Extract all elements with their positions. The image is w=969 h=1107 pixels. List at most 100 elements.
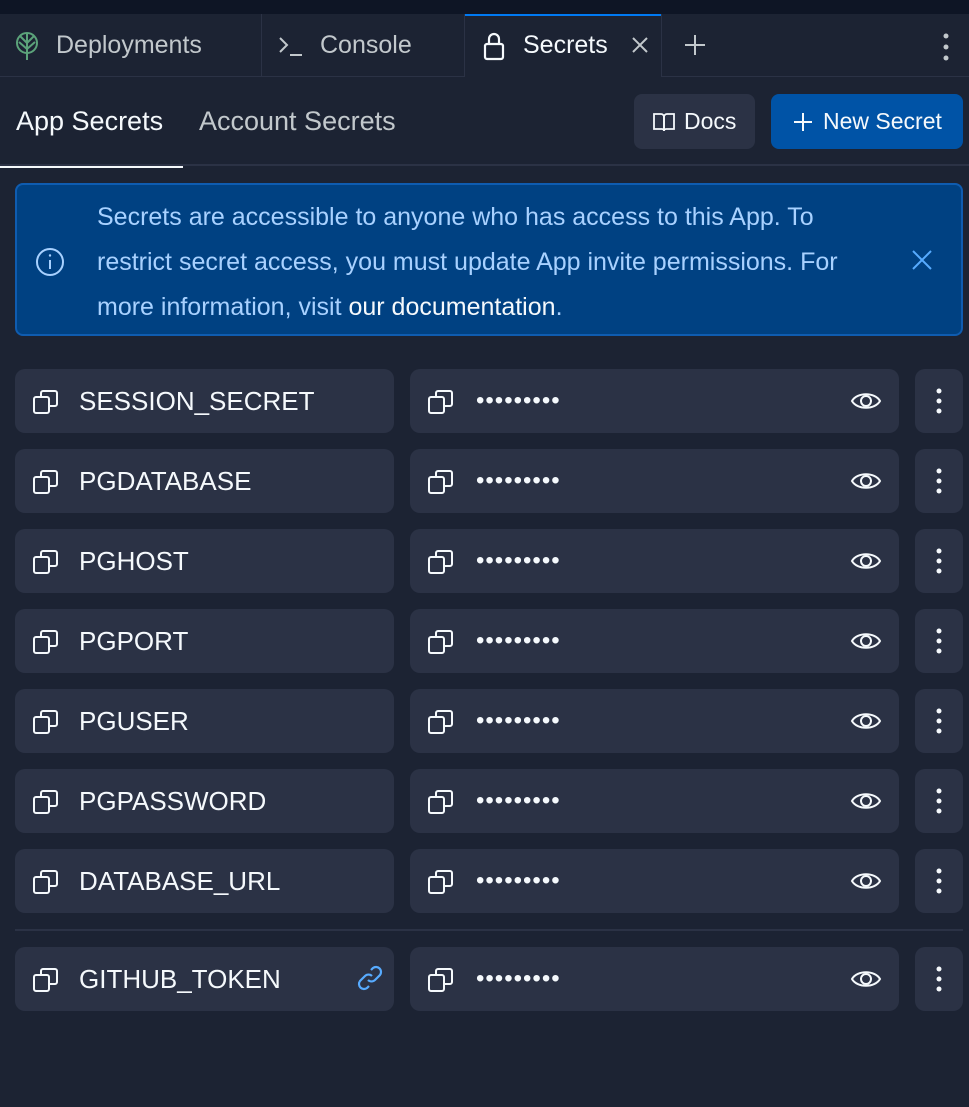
docs-button[interactable]: Docs bbox=[634, 94, 755, 149]
eye-icon[interactable] bbox=[850, 707, 882, 735]
secret-key-field[interactable]: PGHOST bbox=[15, 529, 394, 593]
copy-icon[interactable] bbox=[426, 387, 456, 417]
eye-icon[interactable] bbox=[850, 965, 882, 993]
secret-key-name: SESSION_SECRET bbox=[79, 386, 315, 416]
documentation-link[interactable]: our documentation bbox=[348, 293, 555, 321]
copy-icon[interactable] bbox=[31, 387, 61, 417]
secret-key-name: GITHUB_TOKEN bbox=[79, 964, 281, 994]
secret-key-name: PGPASSWORD bbox=[79, 786, 267, 816]
secret-menu-button[interactable] bbox=[915, 529, 963, 593]
copy-icon[interactable] bbox=[31, 547, 61, 577]
secret-row: PGPASSWORD ••••••••• bbox=[15, 769, 963, 833]
book-icon bbox=[652, 110, 676, 134]
copy-icon[interactable] bbox=[31, 787, 61, 817]
more-vertical-icon bbox=[935, 467, 943, 495]
secret-value-field[interactable]: ••••••••• bbox=[410, 849, 899, 913]
tab-account-secrets[interactable]: Account Secrets bbox=[199, 77, 396, 166]
close-tab-icon[interactable] bbox=[629, 34, 651, 56]
masked-value: ••••••••• bbox=[476, 387, 561, 414]
copy-icon[interactable] bbox=[426, 627, 456, 657]
copy-icon[interactable] bbox=[426, 965, 456, 995]
secret-menu-button[interactable] bbox=[915, 449, 963, 513]
secret-row: SESSION_SECRET ••••••••• bbox=[15, 369, 963, 433]
secret-value-field[interactable]: ••••••••• bbox=[410, 529, 899, 593]
eye-icon[interactable] bbox=[850, 627, 882, 655]
tab-label: Console bbox=[320, 31, 412, 59]
secret-value-field[interactable]: ••••••••• bbox=[410, 689, 899, 753]
copy-icon[interactable] bbox=[31, 467, 61, 497]
secret-value-field[interactable]: ••••••••• bbox=[410, 609, 899, 673]
secret-menu-button[interactable] bbox=[915, 849, 963, 913]
eye-icon[interactable] bbox=[850, 467, 882, 495]
close-banner-icon[interactable] bbox=[910, 248, 934, 272]
secret-row: GITHUB_TOKEN ••••••••• bbox=[15, 947, 963, 1011]
secret-menu-button[interactable] bbox=[915, 369, 963, 433]
tab-deployments[interactable]: Deployments bbox=[0, 14, 262, 77]
secret-key-field[interactable]: SESSION_SECRET bbox=[15, 369, 394, 433]
window-top-strip bbox=[0, 0, 969, 14]
secret-row: PGDATABASE ••••••••• bbox=[15, 449, 963, 513]
deployments-icon bbox=[14, 31, 40, 61]
new-secret-button-label: New Secret bbox=[823, 108, 942, 134]
secret-menu-button[interactable] bbox=[915, 769, 963, 833]
copy-icon[interactable] bbox=[426, 707, 456, 737]
secret-key-field[interactable]: GITHUB_TOKEN bbox=[15, 947, 394, 1011]
section-divider bbox=[15, 929, 963, 931]
secret-key-name: PGPORT bbox=[79, 626, 189, 656]
tab-app-secrets[interactable]: App Secrets bbox=[0, 77, 183, 168]
copy-icon[interactable] bbox=[426, 467, 456, 497]
more-vertical-icon bbox=[935, 387, 943, 415]
eye-icon[interactable] bbox=[850, 787, 882, 815]
copy-icon[interactable] bbox=[31, 867, 61, 897]
masked-value: ••••••••• bbox=[476, 965, 561, 992]
eye-icon[interactable] bbox=[850, 547, 882, 575]
copy-icon[interactable] bbox=[426, 787, 456, 817]
eye-icon[interactable] bbox=[850, 387, 882, 415]
secret-key-field[interactable]: PGUSER bbox=[15, 689, 394, 753]
secret-row: PGHOST ••••••••• bbox=[15, 529, 963, 593]
masked-value: ••••••••• bbox=[476, 787, 561, 814]
secrets-subheader: App Secrets Account Secrets Docs New Sec… bbox=[0, 77, 969, 168]
secret-menu-button[interactable] bbox=[915, 689, 963, 753]
copy-icon[interactable] bbox=[31, 627, 61, 657]
masked-value: ••••••••• bbox=[476, 547, 561, 574]
more-vertical-icon bbox=[935, 867, 943, 895]
tab-bar: Deployments Console Secrets bbox=[0, 14, 969, 77]
masked-value: ••••••••• bbox=[476, 467, 561, 494]
new-tab-icon[interactable] bbox=[682, 32, 708, 58]
secret-value-field[interactable]: ••••••••• bbox=[410, 369, 899, 433]
secret-value-field[interactable]: ••••••••• bbox=[410, 947, 899, 1011]
copy-icon[interactable] bbox=[31, 707, 61, 737]
more-vertical-icon bbox=[935, 627, 943, 655]
console-icon bbox=[278, 31, 304, 61]
tab-more-icon[interactable] bbox=[936, 30, 956, 64]
secret-key-field[interactable]: PGDATABASE bbox=[15, 449, 394, 513]
more-vertical-icon bbox=[935, 965, 943, 993]
secret-key-field[interactable]: PGPASSWORD bbox=[15, 769, 394, 833]
secret-value-field[interactable]: ••••••••• bbox=[410, 449, 899, 513]
copy-icon[interactable] bbox=[426, 547, 456, 577]
eye-icon[interactable] bbox=[850, 867, 882, 895]
copy-icon[interactable] bbox=[426, 867, 456, 897]
secret-menu-button[interactable] bbox=[915, 609, 963, 673]
secret-key-name: PGDATABASE bbox=[79, 466, 252, 496]
secret-row: PGPORT ••••••••• bbox=[15, 609, 963, 673]
plus-icon bbox=[791, 110, 815, 134]
more-vertical-icon bbox=[935, 787, 943, 815]
secret-key-field[interactable]: PGPORT bbox=[15, 609, 394, 673]
secret-menu-button[interactable] bbox=[915, 947, 963, 1011]
secret-key-name: PGUSER bbox=[79, 706, 189, 736]
secret-value-field[interactable]: ••••••••• bbox=[410, 769, 899, 833]
tab-console[interactable]: Console bbox=[262, 14, 465, 77]
masked-value: ••••••••• bbox=[476, 627, 561, 654]
secret-key-name: PGHOST bbox=[79, 546, 189, 576]
secret-key-field[interactable]: DATABASE_URL bbox=[15, 849, 394, 913]
more-vertical-icon bbox=[935, 707, 943, 735]
more-vertical-icon bbox=[935, 547, 943, 575]
new-secret-button[interactable]: New Secret bbox=[771, 94, 963, 149]
tab-secrets[interactable]: Secrets bbox=[465, 14, 662, 77]
masked-value: ••••••••• bbox=[476, 867, 561, 894]
link-icon[interactable] bbox=[355, 963, 385, 993]
docs-button-label: Docs bbox=[684, 108, 737, 134]
copy-icon[interactable] bbox=[31, 965, 61, 995]
